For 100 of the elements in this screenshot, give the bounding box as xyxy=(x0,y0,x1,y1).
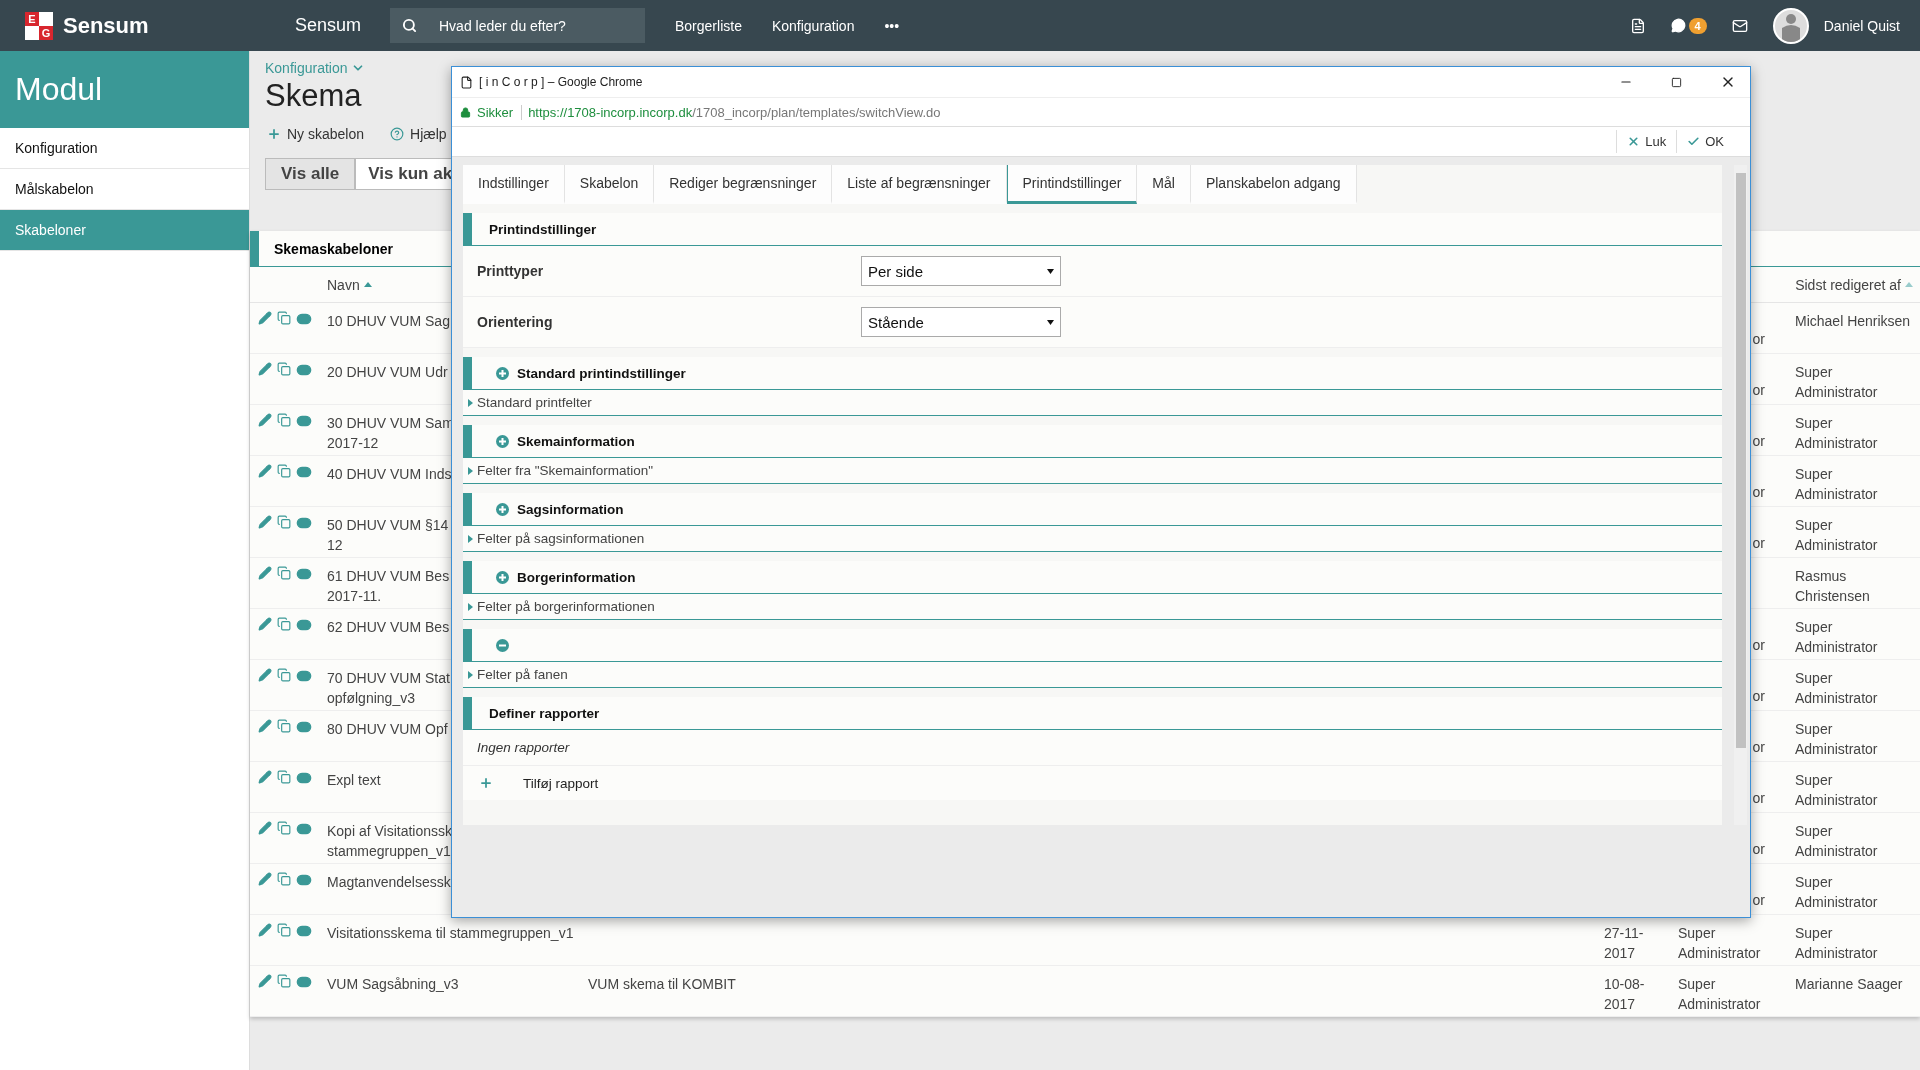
section-title: Standard printindstillinger xyxy=(517,365,686,381)
field-group-item[interactable]: Felter fra "Skemainformation" xyxy=(463,458,1723,484)
edit-icon[interactable] xyxy=(258,719,272,733)
dropdown-field[interactable]: Stående xyxy=(861,307,1061,337)
search-icon xyxy=(402,18,417,33)
table-cell-text: Rasmus Christensen xyxy=(1795,567,1871,606)
new-template-button[interactable]: Ny skabelon xyxy=(265,124,367,144)
copy-icon[interactable] xyxy=(277,872,291,886)
toggle-icon[interactable] xyxy=(296,515,312,531)
edit-icon[interactable] xyxy=(258,311,272,325)
edit-icon[interactable] xyxy=(258,617,272,631)
toggle-icon[interactable] xyxy=(296,974,312,990)
table-cell-text: Visitationsskema til stammegruppen_v1 xyxy=(327,924,575,943)
dropdown-field[interactable]: Per side xyxy=(861,256,1061,286)
copy-icon[interactable] xyxy=(277,821,291,835)
copy-icon[interactable] xyxy=(277,668,291,682)
table-cell-text: VUM Sagsåbning_v3 xyxy=(327,975,460,994)
edit-icon[interactable] xyxy=(258,923,272,937)
expand-icon[interactable] xyxy=(496,366,509,380)
copy-icon[interactable] xyxy=(277,770,291,784)
section-title: Borgerinformation xyxy=(517,569,636,585)
copy-icon[interactable] xyxy=(277,362,291,376)
copy-icon[interactable] xyxy=(277,515,291,529)
copy-icon[interactable] xyxy=(277,719,291,733)
toggle-icon[interactable] xyxy=(296,413,312,429)
copy-icon[interactable] xyxy=(277,566,291,580)
tab[interactable]: Liste af begrænsninger xyxy=(832,165,1007,204)
collapse-icon[interactable] xyxy=(496,638,509,652)
copy-icon[interactable] xyxy=(277,923,291,937)
edit-icon[interactable] xyxy=(258,974,272,988)
avatar-icon[interactable] xyxy=(1772,7,1809,44)
edit-icon[interactable] xyxy=(258,668,272,682)
toggle-icon[interactable] xyxy=(296,719,312,735)
field-group-item[interactable]: Felter på borgerinformationen xyxy=(463,594,1723,620)
edit-icon[interactable] xyxy=(258,413,272,427)
scrollbar-thumb[interactable] xyxy=(1735,173,1746,748)
expand-icon[interactable] xyxy=(496,570,509,584)
table-cell: or xyxy=(1752,331,1765,347)
page-title: Skema xyxy=(265,78,362,115)
edit-icon[interactable] xyxy=(258,770,272,784)
nav-link[interactable]: ••• xyxy=(884,17,900,34)
search-field[interactable]: Hvad leder du efter? xyxy=(390,8,645,43)
column-header[interactable]: Sidst redigeret af xyxy=(1795,276,1913,293)
add-report-button[interactable]: Tilføj rapport xyxy=(463,766,1723,800)
nav-link[interactable]: Konfiguration xyxy=(771,17,855,34)
column-header[interactable]: Navn xyxy=(327,276,372,293)
toggle-icon[interactable] xyxy=(296,668,312,684)
caret-icon xyxy=(468,602,473,611)
section-title: Printindstillinger xyxy=(489,221,597,237)
table-cell: or xyxy=(1752,433,1765,449)
edit-icon[interactable] xyxy=(258,362,272,376)
toggle-icon[interactable] xyxy=(296,821,312,837)
tab[interactable]: Printindstillinger xyxy=(1006,165,1138,204)
user-name[interactable]: Daniel Quist xyxy=(1823,17,1900,34)
edit-icon[interactable] xyxy=(258,515,272,529)
count-badge: 4 xyxy=(1688,17,1707,34)
copy-icon[interactable] xyxy=(277,413,291,427)
filter-button[interactable]: Vis alle xyxy=(265,158,356,190)
ok-button[interactable]: OK xyxy=(1676,130,1734,153)
document-icon[interactable] xyxy=(1629,17,1646,34)
toggle-icon[interactable] xyxy=(296,566,312,582)
toggle-icon[interactable] xyxy=(296,617,312,633)
section-title: Definer rapporter xyxy=(489,705,600,721)
edit-icon[interactable] xyxy=(258,872,272,886)
edit-icon[interactable] xyxy=(258,821,272,835)
close-button[interactable]: Luk xyxy=(1616,130,1677,153)
copy-icon[interactable] xyxy=(277,464,291,478)
expand-icon[interactable] xyxy=(496,502,509,516)
mail-icon[interactable] xyxy=(1731,17,1748,34)
expand-icon[interactable] xyxy=(496,434,509,448)
tab[interactable]: Indstillinger xyxy=(463,165,565,204)
edit-icon[interactable] xyxy=(258,464,272,478)
field-group-item[interactable]: Felter på sagsinformationen xyxy=(463,526,1723,552)
tab[interactable]: Skabelon xyxy=(564,165,655,204)
copy-icon[interactable] xyxy=(277,311,291,325)
toggle-icon[interactable] xyxy=(296,362,312,378)
table-cell: 10-08-2017 xyxy=(1604,976,1645,1012)
toggle-icon[interactable] xyxy=(296,770,312,786)
table-cell-text: Super Administrator xyxy=(1795,720,1879,759)
url-text[interactable]: https://1708-incorp.incorp.dk/1708_incorp/plan/templates/switchView.do xyxy=(528,104,941,120)
check-icon xyxy=(1687,135,1701,148)
help-icon xyxy=(390,127,405,141)
table-cell-text: Marianne Saager xyxy=(1795,975,1904,994)
help-button[interactable]: Hjælp xyxy=(388,124,449,144)
table-cell: 27-11-2017 xyxy=(1604,925,1644,961)
field-label: Orientering xyxy=(476,314,554,330)
tab[interactable]: Rediger begrænsninger xyxy=(654,165,833,204)
copy-icon[interactable] xyxy=(277,617,291,631)
copy-icon[interactable] xyxy=(277,974,291,988)
toggle-icon[interactable] xyxy=(296,872,312,888)
toggle-icon[interactable] xyxy=(296,311,312,327)
field-group-item[interactable]: Standard printfelter xyxy=(463,390,1723,416)
tab[interactable]: Planskabelon adgang xyxy=(1190,165,1357,204)
toggle-icon[interactable] xyxy=(296,923,312,939)
scrollbar[interactable] xyxy=(1734,165,1747,825)
tab[interactable]: Mål xyxy=(1137,165,1191,204)
edit-icon[interactable] xyxy=(258,566,272,580)
toggle-icon[interactable] xyxy=(296,464,312,480)
nav-link[interactable]: Borgerliste xyxy=(675,17,742,34)
caret-icon xyxy=(468,466,473,475)
